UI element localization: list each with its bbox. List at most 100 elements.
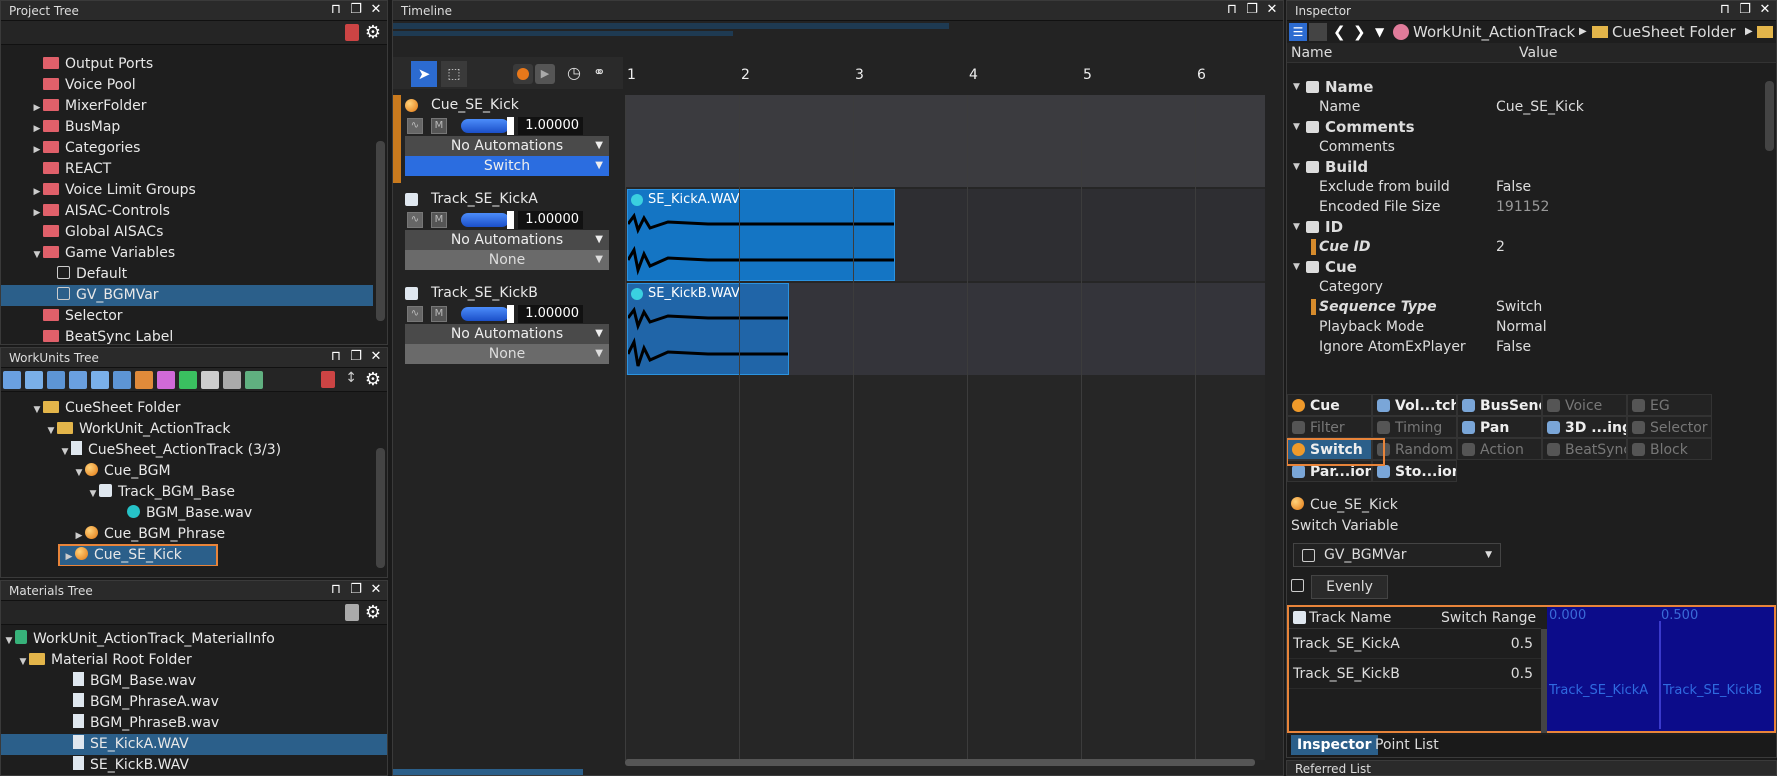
track-option-dropdown[interactable]: None — [405, 344, 609, 364]
switch-range-visualizer[interactable]: 0.000 0.500 Track_SE_KickA Track_SE_Kick… — [1547, 607, 1774, 731]
tree-item[interactable]: ▶ BusMap — [1, 117, 373, 138]
tree-item[interactable]: ▶ Categories — [1, 138, 373, 159]
scrollbar[interactable] — [1765, 81, 1774, 151]
restore-icon[interactable]: ❐ — [349, 350, 363, 364]
range-block-label[interactable]: Track_SE_KickA — [1549, 683, 1648, 698]
restore-icon[interactable]: ❐ — [1245, 3, 1259, 17]
property-row[interactable]: Ignore AtomExPlayer False — [1287, 337, 1763, 357]
volume-slider-knob[interactable] — [507, 117, 514, 135]
flag-icon[interactable] — [179, 371, 197, 389]
inspector-tab[interactable]: Voice — [1542, 394, 1627, 416]
clock-icon[interactable]: ◷ — [567, 63, 581, 82]
tree-item[interactable]: ▼ WorkUnit_ActionTrack_MaterialInfo — [1, 629, 387, 650]
volume-slider[interactable] — [461, 119, 509, 133]
tree-item[interactable]: ▼ Game Variables — [1, 243, 373, 264]
tree-item[interactable]: BGM_Base.wav — [1, 671, 387, 692]
property-row[interactable]: Exclude from build False — [1287, 177, 1763, 197]
tree-item[interactable]: Voice Pool — [1, 75, 373, 96]
table-row[interactable]: Track_SE_KickA 0.5 — [1289, 629, 1541, 659]
tree-item[interactable]: ▼ CueSheet_ActionTrack (3/3) — [1, 440, 373, 461]
close-icon[interactable]: ✕ — [369, 3, 383, 17]
inspector-tab[interactable]: Action — [1457, 438, 1542, 460]
scrollbar[interactable] — [376, 448, 385, 568]
property-row[interactable]: Name Cue_SE_Kick — [1287, 97, 1763, 117]
tree-item[interactable]: ▶ Voice Limit Groups — [1, 180, 373, 201]
range-block-label[interactable]: Track_SE_KickB — [1663, 683, 1773, 698]
tree-item[interactable]: GV_BGMVar — [1, 285, 373, 306]
track-lane-header[interactable]: Track_SE_KickB ∿ M 1.00000No AutomationsNon… — [393, 283, 611, 364]
link-tool-icon[interactable] — [201, 371, 219, 389]
pin-icon[interactable]: ⊓ — [329, 3, 343, 17]
property-row[interactable]: Cue ID 2 — [1287, 237, 1763, 257]
property-value[interactable]: False — [1496, 337, 1531, 357]
speaker-icon[interactable]: ▶ — [535, 64, 555, 84]
volume-slider[interactable] — [461, 213, 509, 227]
property-section-header[interactable]: Cue — [1287, 257, 1763, 277]
waveform-toggle-icon[interactable]: ∿ — [407, 118, 423, 134]
expand-arrow-icon[interactable]: ▼ — [59, 442, 71, 463]
sequence-type-dropdown[interactable]: Switch — [405, 156, 609, 176]
scrollbar[interactable] — [376, 141, 385, 321]
tree-item[interactable]: ▼ Track_BGM_Base — [1, 482, 373, 503]
waveform-region[interactable]: SE_KickB.WAV — [627, 283, 789, 375]
automation-dropdown[interactable]: No Automations — [405, 136, 609, 156]
volume-value[interactable]: 1.00000 — [518, 305, 583, 323]
inspector-tab[interactable]: Selector — [1627, 416, 1712, 438]
expand-arrow-icon[interactable]: ▶ — [31, 140, 43, 161]
tree-item[interactable]: ▼ Material Root Folder — [1, 650, 387, 671]
gear-icon[interactable]: ⚙ — [365, 22, 381, 43]
tree-item[interactable]: ▶ MixerFolder — [1, 96, 373, 117]
property-section-header[interactable]: Build — [1287, 157, 1763, 177]
inspector-tab[interactable]: Cue — [1287, 394, 1372, 416]
property-value[interactable]: Switch — [1496, 297, 1542, 317]
cue-tool-icon[interactable] — [25, 371, 43, 389]
inspector-tab[interactable]: Pan — [1457, 416, 1542, 438]
property-row[interactable]: Sequence Type Switch — [1287, 297, 1763, 317]
tree-item[interactable]: ▼ CueSheet Folder — [1, 398, 373, 419]
property-row[interactable]: Encoded File Size 191152 — [1287, 197, 1763, 217]
tab-point-list[interactable]: Point List — [1369, 735, 1445, 755]
record-icon[interactable] — [513, 64, 533, 84]
expand-arrow-icon[interactable]: ▶ — [63, 547, 75, 566]
lane-title[interactable]: Track_SE_KickA — [393, 189, 611, 210]
evenly-button[interactable]: Evenly — [1311, 575, 1388, 599]
sort-icon[interactable]: ↕ — [345, 370, 357, 386]
back-icon[interactable]: ❮ — [1333, 21, 1346, 43]
switch-range-cell[interactable]: 0.5 — [1511, 629, 1533, 659]
expand-arrow-icon[interactable]: ▶ — [73, 526, 85, 547]
column-header-track-name[interactable]: Track Name — [1309, 607, 1391, 629]
tree-item[interactable]: ▼ Cue_BGM — [1, 461, 373, 482]
inspector-tab[interactable]: Random — [1372, 438, 1457, 460]
inspector-tab[interactable]: EG — [1627, 394, 1712, 416]
expand-arrow-icon[interactable]: ▼ — [45, 421, 57, 442]
inspector-tab[interactable]: Block — [1627, 438, 1712, 460]
expand-arrow-icon[interactable]: ▼ — [87, 484, 99, 505]
clapper-icon[interactable] — [223, 371, 241, 389]
lane-title[interactable]: Track_SE_KickB — [393, 283, 611, 304]
column-header-switch-range[interactable]: Switch Range — [1441, 607, 1536, 629]
mute-button[interactable]: M — [431, 212, 447, 228]
tree-item[interactable]: REACT — [1, 159, 373, 180]
pin-icon[interactable]: ⊓ — [329, 350, 343, 364]
tree-item[interactable]: ▶ AISAC-Controls — [1, 201, 373, 222]
inspector-tab[interactable]: Timing — [1372, 416, 1457, 438]
timeline-overview-bar[interactable] — [393, 23, 949, 29]
property-value[interactable]: Cue_SE_Kick — [1496, 97, 1584, 117]
tree-item[interactable]: ▶ Cue_BGM_Phrase — [1, 524, 373, 545]
property-row[interactable]: Playback Mode Normal — [1287, 317, 1763, 337]
gear-icon[interactable]: ⚙ — [365, 369, 381, 390]
tree-item[interactable]: SE_KickA.WAV — [1, 734, 387, 755]
waveform-toggle-icon[interactable]: ∿ — [407, 306, 423, 322]
delete-icon[interactable] — [345, 24, 359, 41]
tree-item[interactable]: Global AISACs — [1, 222, 373, 243]
timeline-ruler[interactable]: 1 2 3 4 5 6 — [625, 63, 1265, 89]
mute-button[interactable]: M — [431, 118, 447, 134]
gear-icon[interactable]: ⚙ — [365, 602, 381, 623]
tree-item[interactable]: ▼ WorkUnit_ActionTrack — [1, 419, 373, 440]
expand-arrow-icon[interactable]: ▼ — [31, 400, 43, 421]
action-tool-icon[interactable] — [91, 371, 109, 389]
expand-arrow-icon[interactable]: ▶ — [31, 203, 43, 224]
range-divider[interactable] — [1659, 621, 1661, 729]
tree-item[interactable]: BeatSync Label — [1, 327, 373, 344]
close-icon[interactable]: ✕ — [1265, 3, 1279, 17]
